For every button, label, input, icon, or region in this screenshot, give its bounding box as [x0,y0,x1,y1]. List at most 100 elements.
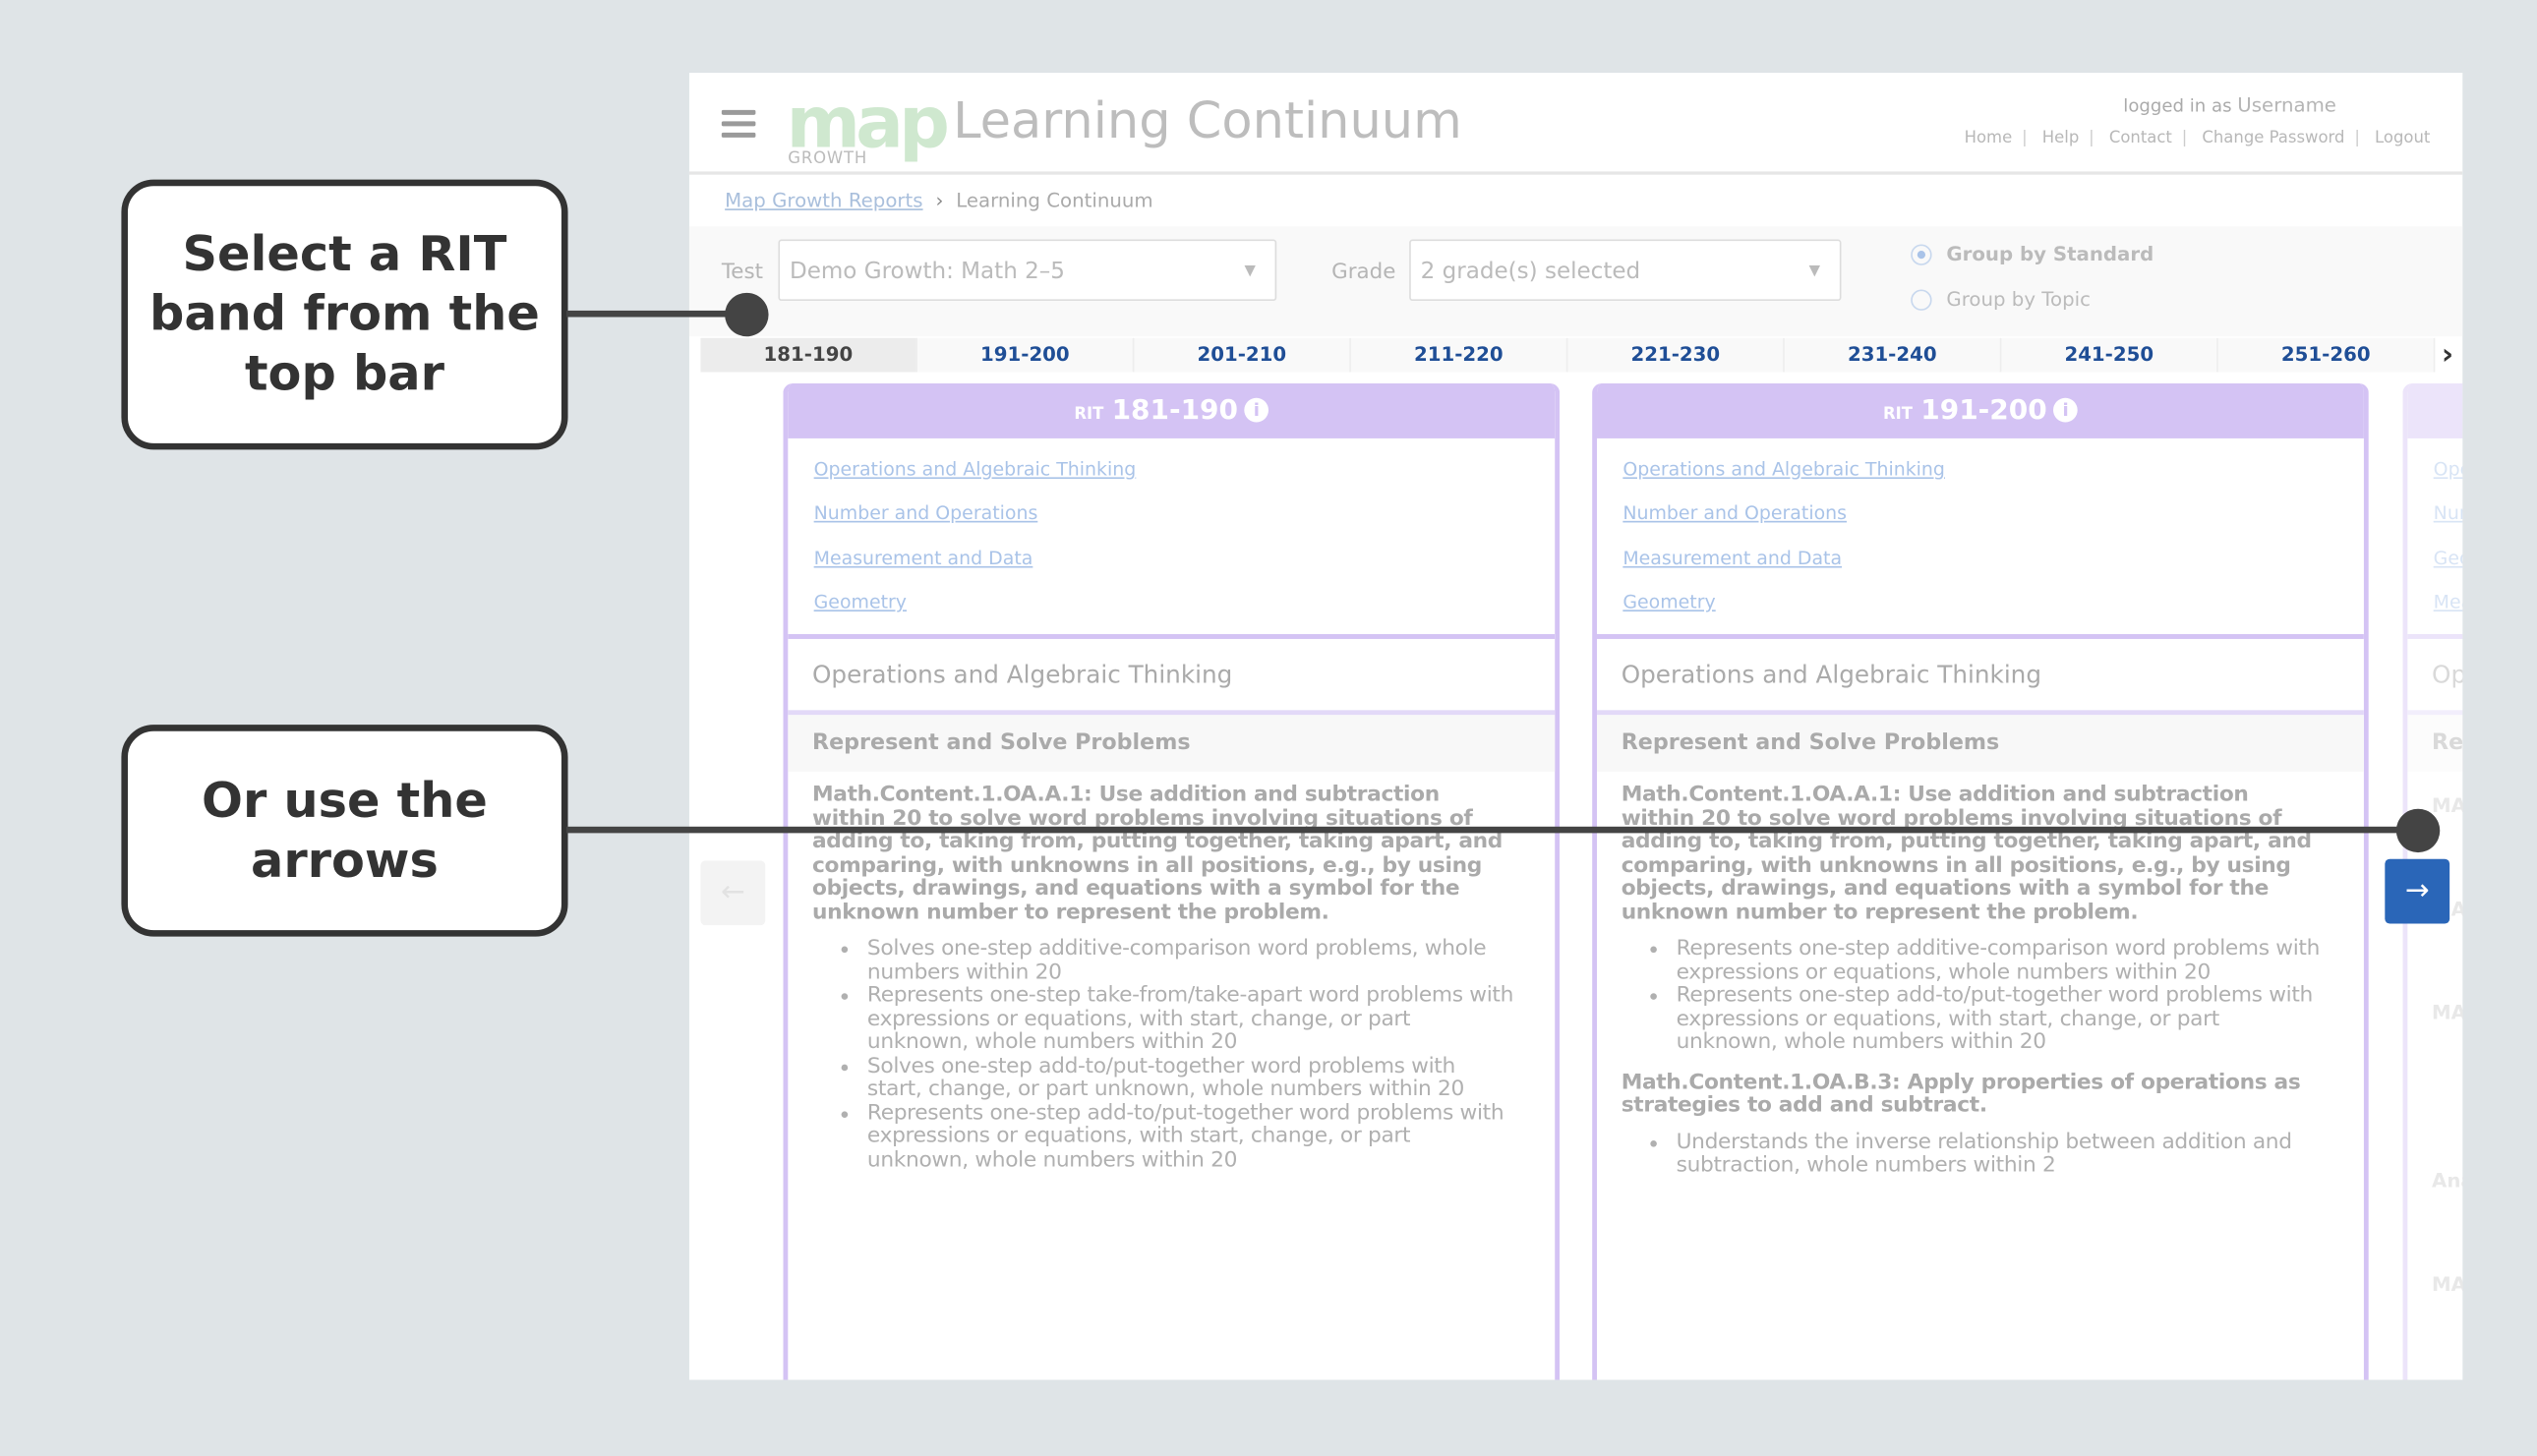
app-window: map GROWTH Learning Continuum logged in … [688,73,2463,1380]
grade-label: Grade [1331,260,1396,285]
section-title: Operations and Algebraic Thinking [1597,639,2364,716]
link-logout[interactable]: Logout [2375,130,2430,147]
tab-rit-181-190[interactable]: 181-190 [700,337,917,373]
domain-link[interactable]: Number and Operations [814,502,1556,547]
standard-fragment: MA [2432,1272,2462,1296]
skill-item: Represents one-step take-from/take-apart… [864,984,1516,1056]
hamburger-icon[interactable] [721,109,756,145]
caret-down-icon: ▼ [1244,263,1256,280]
username: Username [2237,93,2336,117]
radio-selected-icon [1911,244,1932,265]
skill-list: Solves one-step additive-comparison word… [812,937,1516,1173]
connector-dot [725,292,769,337]
radio-label: Group by Topic [1946,287,2091,311]
radio-icon [1911,289,1932,311]
link-home[interactable]: Home [1965,130,2013,147]
subsection-title: Rep [2407,715,2463,772]
callout-select-band: Select a RIT band from the top bar [121,179,568,450]
tab-rit-201-210[interactable]: 201-210 [1134,337,1351,373]
header: map GROWTH Learning Continuum logged in … [688,73,2463,175]
login-status: logged in as Username [2123,93,2336,116]
card-header [2407,382,2463,438]
standard-title: Math.Content.1.OA.A.1: Use addition and … [811,783,1504,925]
rit-band-label: 191-200 [1920,394,2047,428]
caret-down-icon: ▼ [1808,263,1821,280]
connector-line [565,826,2419,834]
link-contact[interactable]: Contact [2109,130,2172,147]
tab-rit-251-260[interactable]: 251-260 [2218,337,2436,373]
connector-dot [2395,808,2441,853]
callout-use-arrows: Or use the arrows [121,725,568,937]
breadcrumb-current: Learning Continuum [956,189,1153,212]
chevron-right-icon[interactable]: › [2442,338,2453,373]
filter-bar: Test Demo Growth: Math 2–5 ▼ Grade 2 grad… [688,226,2463,337]
tab-rit-221-230[interactable]: 221-230 [1567,337,1785,373]
domain-link[interactable]: Operations and Algebraic Thinking [1622,458,2364,502]
tab-rit-191-200[interactable]: 191-200 [917,337,1135,373]
standard-fragment: Ana [2432,1169,2462,1193]
domain-link[interactable]: Number and Operations [1622,502,2364,547]
domain-links: Operations and Algebraic Thinking Number … [1597,438,2364,639]
subsection-title: Represent and Solve Problems [1597,715,2364,772]
domain-link[interactable]: Geometry [814,590,1556,634]
card-header: RIT 191-200 i [1597,382,2364,438]
skill-item: Represents one-step add-to/put-together … [864,1101,1516,1173]
link-change-password[interactable]: Change Password [2202,130,2344,147]
standard-fragment: MA [2432,1001,2462,1024]
rit-band-label: 181-190 [1111,394,1238,428]
rit-band-card: RIT 191-200 i Operations and Algebraic Thin… [1592,382,2369,1380]
card-header: RIT 181-190 i [788,382,1556,438]
stage: map GROWTH Learning Continuum logged in … [0,0,2537,1456]
breadcrumb: Map Growth Reports › Learning Continuum [725,190,1152,212]
domain-link[interactable]: Geometry [1622,590,2364,634]
standard-title: Math.Content.1.OA.B.3: Apply properties … [1621,1070,2301,1118]
test-select[interactable]: Demo Growth: Math 2–5 ▼ [778,239,1277,302]
domain-link[interactable]: Ope [2434,458,2463,502]
standard-fragment: MA [2432,793,2462,817]
info-icon[interactable]: i [1244,397,1269,423]
tab-rit-231-240[interactable]: 231-240 [1785,337,2002,373]
test-value: Demo Growth: Math 2–5 [789,259,1065,285]
section-title: Op [2407,639,2463,716]
breadcrumb-parent[interactable]: Map Growth Reports [725,190,922,212]
skill-item: Solves one-step additive-comparison word… [864,937,1516,985]
radio-group-by-topic[interactable]: Group by Topic [1911,288,2091,311]
standard-title: Math.Content.1.OA.A.1: Use addition and … [1621,783,2312,925]
app-title: Learning Continuum [953,91,1462,151]
chevron-right-icon: › [935,189,944,212]
rit-prefix: RIT [1074,405,1104,425]
skill-item: Solves one-step add-to/put-together word… [864,1054,1516,1103]
login-prefix: logged in as [2123,95,2232,117]
top-links: Home | Help | Contact | Change Password | Lo… [1964,129,2431,147]
domain-links: OpeNurGeoMea [2407,438,2463,639]
logo-subtitle: GROWTH [788,150,868,169]
section-title: Operations and Algebraic Thinking [788,639,1556,716]
arrow-right-icon[interactable]: → [2385,858,2450,924]
grade-value: 2 grade(s) selected [1420,259,1641,285]
tab-rit-211-220[interactable]: 211-220 [1351,337,1568,373]
domain-link[interactable]: Operations and Algebraic Thinking [814,458,1556,502]
test-label: Test [721,260,763,285]
connector-line [565,310,748,318]
skill-item: Represents one-step add-to/put-together … [1673,984,2325,1056]
domain-links: Operations and Algebraic Thinking Number … [788,438,1556,639]
rit-band-tabs: 181-190 191-200 201-210 211-220 221-230 231-2… [700,337,2436,373]
radio-group-by-standard[interactable]: Group by Standard [1911,243,2154,265]
skill-list: Understands the inverse relationship bet… [1622,1131,2326,1179]
tab-rit-241-250[interactable]: 241-250 [2001,337,2218,373]
domain-link[interactable]: Measurement and Data [1622,546,2364,590]
rit-band-card: RIT 181-190 i Operations and Algebraic Thin… [783,382,1561,1380]
domain-link[interactable]: Geo [2434,546,2463,590]
radio-label: Group by Standard [1946,242,2154,265]
link-help[interactable]: Help [2042,130,2080,147]
domain-link[interactable]: Mea [2434,590,2463,634]
domain-link[interactable]: Nur [2434,502,2463,547]
grade-select[interactable]: 2 grade(s) selected ▼ [1409,239,1842,302]
rit-prefix: RIT [1883,405,1914,425]
arrow-left-icon[interactable]: ← [700,860,766,926]
info-icon[interactable]: i [2053,397,2078,423]
domain-link[interactable]: Measurement and Data [814,546,1556,590]
skill-item: Represents one-step additive-comparison … [1673,937,2325,985]
skill-list: Represents one-step additive-comparison … [1622,937,2326,1056]
subsection-title: Represent and Solve Problems [788,715,1556,772]
